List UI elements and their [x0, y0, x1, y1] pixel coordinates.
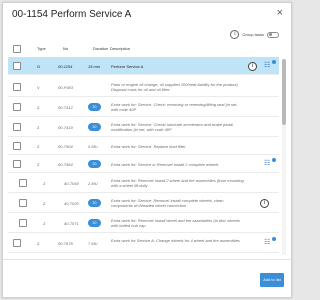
- row-description: Extra work for: Remove/ install wheel an…: [111, 218, 240, 228]
- row-description: Parts or engine oil change, oil supplied…: [111, 82, 238, 92]
- people-icon[interactable]: ☷: [264, 60, 276, 70]
- task-dialog: 00-1154 Perform Service A × i Group task…: [2, 2, 292, 298]
- row-description: Extra work for: Service: Remove/ install…: [111, 198, 224, 208]
- row-number: 00-P403: [58, 84, 74, 90]
- duration-badge: 20: [88, 199, 101, 207]
- table-row[interactable]: Z 40-7049 2 MU Extra work for: Remove/ inst…: [8, 173, 279, 193]
- group-tasks-label: Group tasks: [242, 32, 264, 37]
- row-checkbox[interactable]: [13, 62, 21, 70]
- table-row[interactable]: Z 00-7419 20 Extra work for: Service. Check…: [8, 117, 279, 137]
- row-type: G: [37, 63, 41, 69]
- row-duration: 2 MU: [88, 180, 98, 186]
- info-icon[interactable]: i: [248, 61, 257, 71]
- row-type: V: [37, 84, 40, 90]
- row-type: Z: [43, 200, 46, 206]
- duration-badge: 20: [88, 103, 101, 111]
- table-header: Type No Duration Description: [13, 44, 279, 54]
- scrollbar-thumb[interactable]: [282, 59, 286, 125]
- column-no: No: [63, 46, 69, 51]
- row-checkbox[interactable]: [13, 160, 21, 168]
- info-icon: i: [230, 30, 240, 39]
- duration-badge: 20: [88, 123, 101, 131]
- row-type: Z: [37, 240, 40, 246]
- row-type: Z: [37, 104, 40, 110]
- row-checkbox[interactable]: [13, 239, 21, 247]
- row-type: Z: [43, 180, 46, 186]
- row-number: 40-7071: [64, 220, 79, 226]
- row-checkbox[interactable]: [13, 142, 21, 150]
- row-duration: 5 MU: [88, 143, 98, 149]
- table-row[interactable]: G 00-1154 15 min Perform Service A i ☷: [8, 57, 279, 75]
- column-duration: Duration: [93, 46, 109, 51]
- row-checkbox[interactable]: [13, 83, 21, 91]
- row-number: 40-7049: [64, 180, 79, 186]
- row-description: Extra work for Service A: Change wheels …: [111, 238, 240, 243]
- group-tasks-control: i Group tasks: [230, 30, 279, 39]
- column-description: Description: [110, 46, 131, 51]
- row-description: Perform Service A: [111, 63, 144, 69]
- info-icon[interactable]: i: [260, 198, 269, 208]
- row-number: 00-7412: [58, 104, 73, 110]
- row-type: Z: [37, 161, 40, 167]
- row-number: 00-7504: [58, 143, 73, 149]
- table-row[interactable]: Z 00-7412 20 Extra work for: Service. Check…: [8, 97, 279, 117]
- row-number: 40-7020: [64, 200, 79, 206]
- row-description: Extra work for: Remove/ install 2 wheel …: [111, 178, 244, 188]
- row-checkbox[interactable]: [19, 219, 27, 227]
- table-row[interactable]: V 00-P403 Parts or engine oil change, oil …: [8, 77, 279, 97]
- table-row[interactable]: Z 00-7964 20 Extra work for: Service a: Rem…: [8, 155, 279, 173]
- dialog-footer: Add to list: [3, 259, 291, 297]
- row-checkbox[interactable]: [13, 103, 21, 111]
- row-checkbox[interactable]: [19, 199, 27, 207]
- row-checkbox[interactable]: [13, 123, 21, 131]
- select-all-checkbox[interactable]: [13, 45, 21, 53]
- row-type: Z: [43, 220, 46, 226]
- column-type: Type: [37, 46, 46, 51]
- row-number: 00-1154: [58, 63, 73, 69]
- row-description: Extra work for: Service. Check: removing…: [111, 102, 238, 112]
- table-row[interactable]: Z 00-7678 7 MU Extra work for Service A: Ch…: [8, 233, 279, 253]
- row-duration: 15 min: [88, 63, 101, 69]
- row-duration: 7 MU: [88, 240, 98, 246]
- row-description: Extra work for: Service a: Remove/ insta…: [111, 161, 219, 167]
- duration-badge: 20: [88, 160, 101, 168]
- row-number: 00-7678: [58, 240, 73, 246]
- people-icon[interactable]: ☷: [264, 158, 276, 168]
- row-description: Extra work for: Service. Check/ lubricat…: [111, 122, 233, 132]
- table-row[interactable]: Z 00-7504 5 MU Extra work for: Service. Rep…: [8, 137, 279, 155]
- row-type: Z: [37, 143, 40, 149]
- row-type: Z: [37, 124, 40, 130]
- row-number: 00-7419: [58, 124, 73, 130]
- people-icon[interactable]: ☷: [264, 237, 276, 247]
- close-icon[interactable]: ×: [277, 7, 283, 19]
- row-checkbox[interactable]: [19, 179, 27, 187]
- group-tasks-toggle[interactable]: [267, 31, 279, 38]
- table-row[interactable]: Z 40-7020 20 Extra work for: Service: Remov…: [8, 193, 279, 213]
- scrollbar[interactable]: [282, 59, 286, 255]
- row-number: 00-7964: [58, 161, 73, 167]
- duration-badge: 20: [88, 219, 101, 227]
- table-row[interactable]: Z 40-7071 20 Extra work for: Remove/ instal…: [8, 213, 279, 233]
- task-list: G 00-1154 15 min Perform Service A i ☷ V 00-P40…: [8, 57, 279, 255]
- dialog-title: 00-1154 Perform Service A: [12, 9, 132, 20]
- add-to-list-button[interactable]: Add to list: [260, 273, 284, 287]
- row-description: Extra work for: Service. Replace dust fi…: [111, 143, 186, 149]
